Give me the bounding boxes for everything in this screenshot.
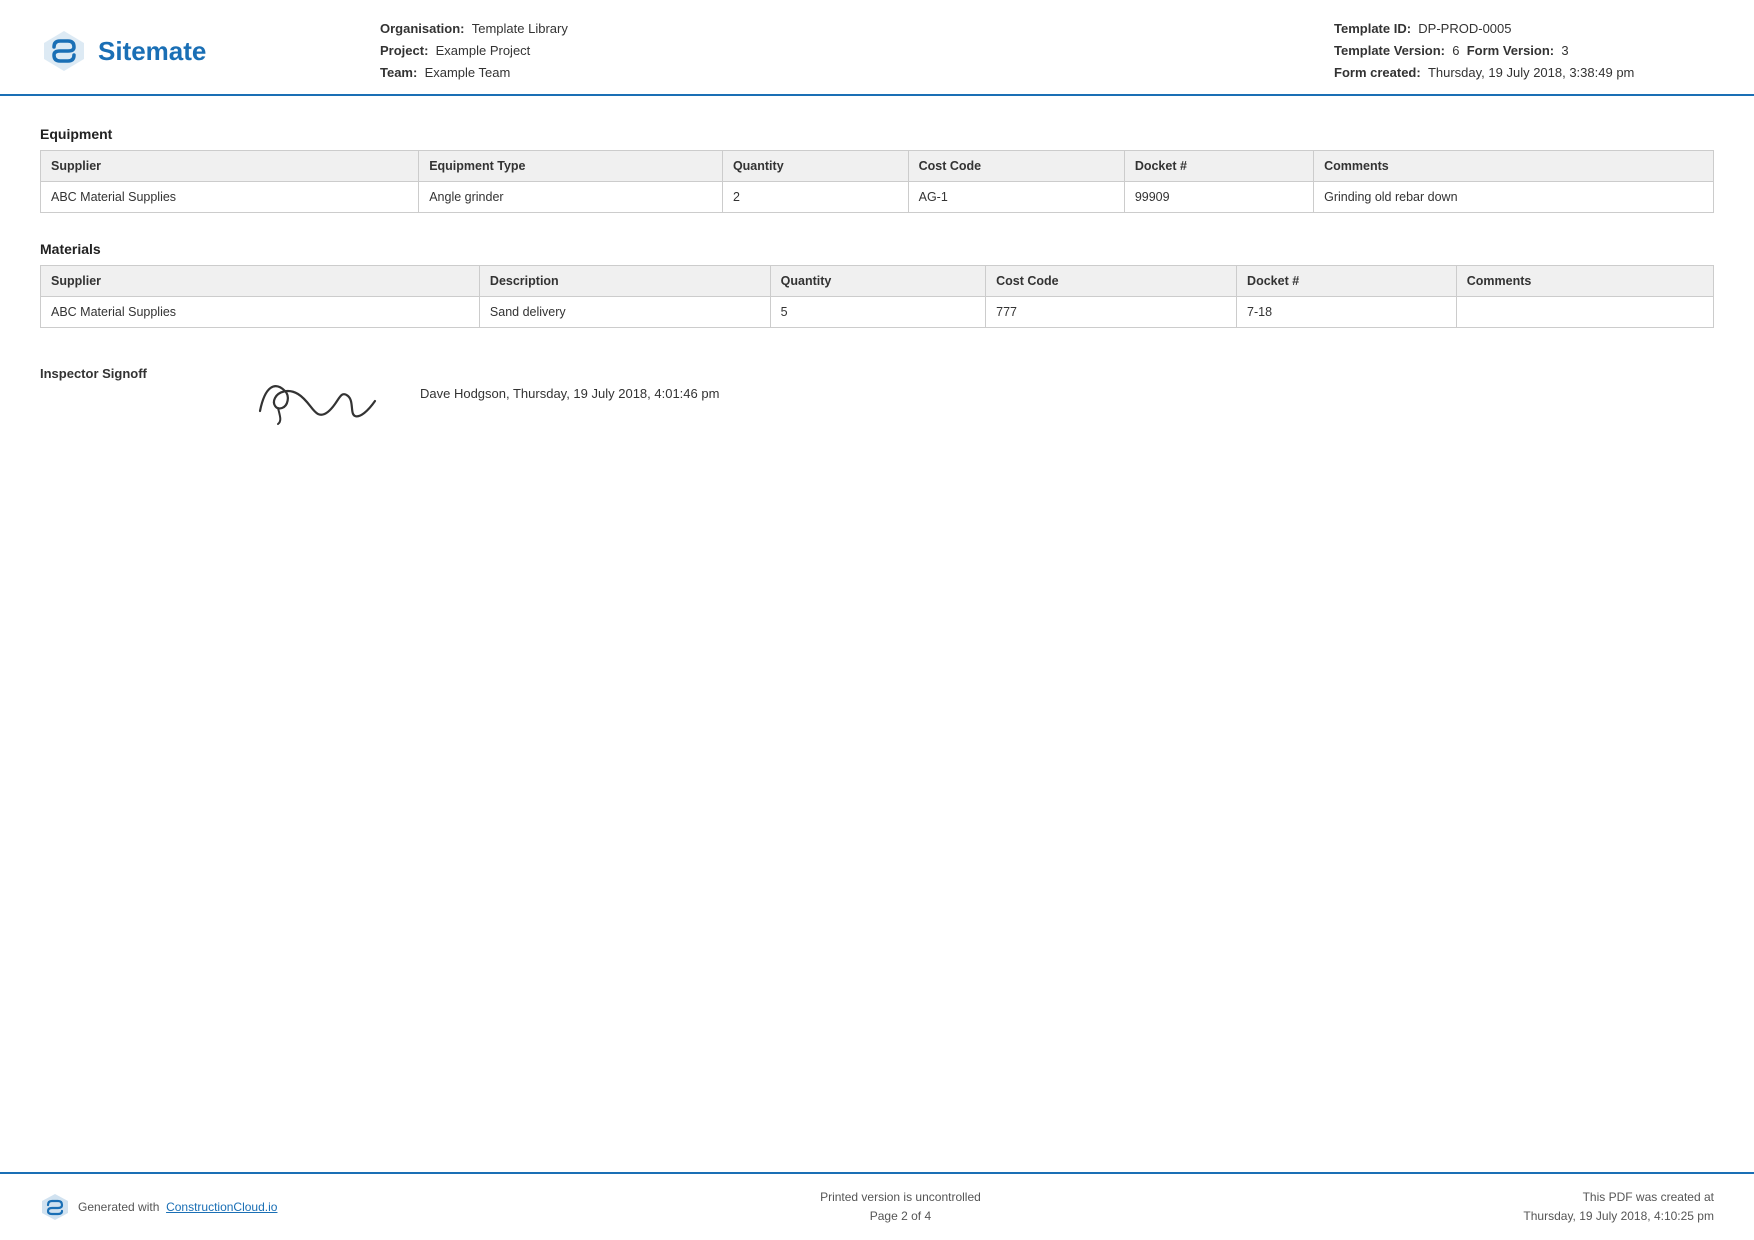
footer-created-label: This PDF was created at <box>1523 1188 1714 1207</box>
form-version-label: Form Version: <box>1467 43 1554 58</box>
footer-logo-icon <box>40 1192 70 1222</box>
equipment-col-docket: Docket # <box>1124 151 1313 182</box>
materials-col-supplier: Supplier <box>41 266 480 297</box>
form-created-value: Thursday, 19 July 2018, 3:38:49 pm <box>1428 65 1634 80</box>
footer-link[interactable]: ConstructionCloud.io <box>166 1200 277 1214</box>
materials-col-costcode: Cost Code <box>986 266 1237 297</box>
materials-col-quantity: Quantity <box>770 266 985 297</box>
header-right: Template ID: DP-PROD-0005 Template Versi… <box>1334 18 1714 84</box>
template-version-value: 6 <box>1452 43 1459 58</box>
equipment-header-row: Supplier Equipment Type Quantity Cost Co… <box>41 151 1714 182</box>
form-created-label: Form created: <box>1334 65 1421 80</box>
footer-created-date: Thursday, 19 July 2018, 4:10:25 pm <box>1523 1207 1714 1226</box>
materials-comments <box>1456 297 1713 328</box>
table-row: ABC Material Supplies Angle grinder 2 AG… <box>41 182 1714 213</box>
org-value: Template Library <box>472 21 568 36</box>
signature-image <box>240 356 400 436</box>
materials-costcode: 777 <box>986 297 1237 328</box>
materials-title: Materials <box>40 241 1714 257</box>
materials-docket: 7-18 <box>1237 297 1457 328</box>
materials-quantity: 5 <box>770 297 985 328</box>
equipment-title: Equipment <box>40 126 1714 142</box>
team-line: Team: Example Team <box>380 62 1334 84</box>
materials-col-description: Description <box>479 266 770 297</box>
equipment-type: Angle grinder <box>419 182 723 213</box>
equipment-col-costcode: Cost Code <box>908 151 1124 182</box>
equipment-col-comments: Comments <box>1314 151 1714 182</box>
form-version-value: 3 <box>1561 43 1568 58</box>
org-label: Organisation: <box>380 21 465 36</box>
org-line: Organisation: Template Library <box>380 18 1334 40</box>
sitemate-logo-icon <box>40 27 88 75</box>
project-label: Project: <box>380 43 428 58</box>
template-id-line: Template ID: DP-PROD-0005 <box>1334 18 1714 40</box>
header: Sitemate Organisation: Template Library … <box>0 0 1754 96</box>
footer-uncontrolled: Printed version is uncontrolled <box>820 1188 981 1207</box>
signoff-label: Inspector Signoff <box>40 356 240 381</box>
footer-generated-text: Generated with ConstructionCloud.io <box>78 1200 277 1214</box>
signoff-section: Inspector Signoff Dave Hodgson, Thursday… <box>40 356 1714 436</box>
equipment-supplier: ABC Material Supplies <box>41 182 419 213</box>
project-value: Example Project <box>436 43 531 58</box>
template-id-value: DP-PROD-0005 <box>1418 21 1511 36</box>
footer-page: Page 2 of 4 <box>820 1207 981 1226</box>
footer: Generated with ConstructionCloud.io Prin… <box>0 1172 1754 1240</box>
materials-table: Supplier Description Quantity Cost Code … <box>40 265 1714 328</box>
template-id-label: Template ID: <box>1334 21 1411 36</box>
form-created-line: Form created: Thursday, 19 July 2018, 3:… <box>1334 62 1714 84</box>
equipment-quantity: 2 <box>722 182 908 213</box>
equipment-table: Supplier Equipment Type Quantity Cost Co… <box>40 150 1714 213</box>
header-center: Organisation: Template Library Project: … <box>320 18 1334 84</box>
project-line: Project: Example Project <box>380 40 1334 62</box>
team-label: Team: <box>380 65 417 80</box>
template-version-label: Template Version: <box>1334 43 1445 58</box>
footer-right: This PDF was created at Thursday, 19 Jul… <box>1523 1188 1714 1226</box>
materials-col-docket: Docket # <box>1237 266 1457 297</box>
team-value: Example Team <box>425 65 511 80</box>
equipment-docket: 99909 <box>1124 182 1313 213</box>
equipment-comments: Grinding old rebar down <box>1314 182 1714 213</box>
template-version-line: Template Version: 6 Form Version: 3 <box>1334 40 1714 62</box>
equipment-col-type: Equipment Type <box>419 151 723 182</box>
table-row: ABC Material Supplies Sand delivery 5 77… <box>41 297 1714 328</box>
materials-header-row: Supplier Description Quantity Cost Code … <box>41 266 1714 297</box>
equipment-costcode: AG-1 <box>908 182 1124 213</box>
equipment-col-quantity: Quantity <box>722 151 908 182</box>
footer-center: Printed version is uncontrolled Page 2 o… <box>820 1188 981 1226</box>
signoff-info: Dave Hodgson, Thursday, 19 July 2018, 4:… <box>400 356 719 401</box>
materials-supplier: ABC Material Supplies <box>41 297 480 328</box>
materials-section: Materials Supplier Description Quantity … <box>40 241 1714 328</box>
page-wrapper: Sitemate Organisation: Template Library … <box>0 0 1754 1240</box>
materials-col-comments: Comments <box>1456 266 1713 297</box>
logo-area: Sitemate <box>40 27 320 75</box>
materials-description: Sand delivery <box>479 297 770 328</box>
footer-left: Generated with ConstructionCloud.io <box>40 1192 277 1222</box>
main-content: Equipment Supplier Equipment Type Quanti… <box>0 96 1754 1171</box>
logo-text: Sitemate <box>98 36 206 67</box>
equipment-section: Equipment Supplier Equipment Type Quanti… <box>40 126 1714 213</box>
equipment-col-supplier: Supplier <box>41 151 419 182</box>
